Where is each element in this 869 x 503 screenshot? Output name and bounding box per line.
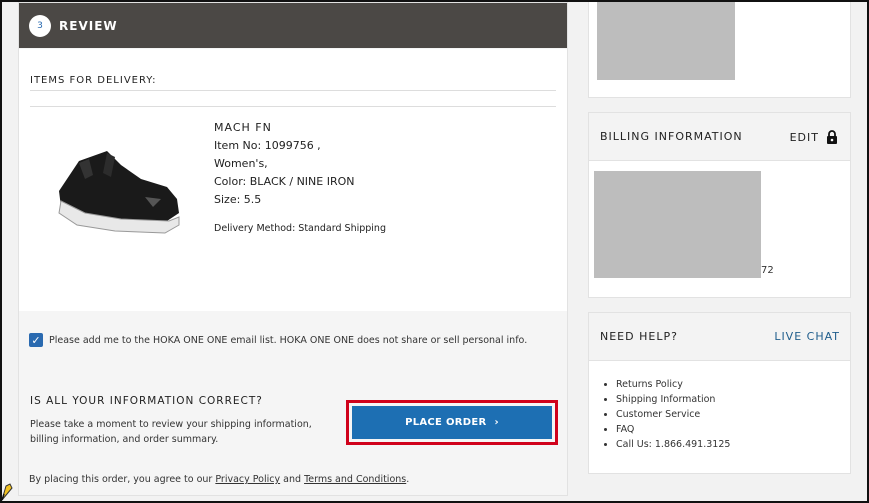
product-color: Color: BLACK / NINE IRON <box>214 175 355 188</box>
help-title: NEED HELP? <box>600 330 678 343</box>
redacted-block <box>594 171 761 278</box>
billing-header: BILLING INFORMATION EDIT <box>589 113 850 161</box>
delivery-method: Delivery Method: Standard Shipping <box>214 223 386 234</box>
confirm-description: Please take a moment to review your ship… <box>30 419 312 445</box>
review-title: REVIEW <box>59 18 118 33</box>
help-call-us[interactable]: Call Us: 1.866.491.3125 <box>616 437 730 452</box>
help-link-faq[interactable]: FAQ <box>616 422 730 437</box>
shipping-info-card <box>588 0 851 98</box>
confirm-question: IS ALL YOUR INFORMATION CORRECT? <box>30 395 263 407</box>
billing-info-card: BILLING INFORMATION EDIT 72 <box>588 112 851 298</box>
email-optin-label: Please add me to the HOKA ONE ONE email … <box>49 334 528 346</box>
divider <box>30 90 556 91</box>
place-order-highlight: PLACE ORDER › <box>346 400 558 445</box>
place-order-label: PLACE ORDER <box>405 417 487 428</box>
help-link-shipping[interactable]: Shipping Information <box>616 392 730 407</box>
product-item-no: Item No: 1099756 , <box>214 139 321 152</box>
step-number-badge: 3 <box>29 14 51 37</box>
order-agreement-text: By placing this order, you agree to our … <box>29 474 409 485</box>
help-links-list: Returns Policy Shipping Information Cust… <box>616 377 730 452</box>
place-order-button[interactable]: PLACE ORDER › <box>352 406 552 439</box>
agreement-and: and <box>283 474 302 485</box>
review-header: 3 REVIEW <box>19 3 567 48</box>
shoe-product-image <box>58 151 180 234</box>
card-last-digits: 72 <box>761 265 774 276</box>
divider <box>30 106 556 107</box>
review-section: 3 REVIEW ITEMS FOR DELIVERY: MACH FN Ite… <box>18 2 568 496</box>
agreement-prefix: By placing this order, you agree to our <box>29 474 213 485</box>
help-header: NEED HELP? LIVE CHAT <box>589 313 850 361</box>
help-link-returns[interactable]: Returns Policy <box>616 377 730 392</box>
need-help-card: NEED HELP? LIVE CHAT Returns Policy Ship… <box>588 312 851 474</box>
chevron-right-icon: › <box>494 417 499 428</box>
terms-link[interactable]: Terms and Conditions <box>304 474 406 485</box>
redacted-block <box>597 0 735 80</box>
help-link-customer-service[interactable]: Customer Service <box>616 407 730 422</box>
product-size: Size: 5.5 <box>214 193 262 206</box>
items-panel: ITEMS FOR DELIVERY: MACH FN Item No: 109… <box>19 49 567 311</box>
email-optin-checkbox[interactable]: ✓ <box>29 333 43 347</box>
pen-cursor-icon <box>1 483 13 501</box>
billing-title: BILLING INFORMATION <box>600 130 743 143</box>
product-name: MACH FN <box>214 121 272 134</box>
live-chat-link[interactable]: LIVE CHAT <box>774 330 840 343</box>
lock-icon <box>827 130 837 144</box>
billing-edit-button[interactable]: EDIT <box>790 130 838 144</box>
agreement-suffix: . <box>406 474 410 485</box>
items-for-delivery-label: ITEMS FOR DELIVERY: <box>30 75 157 86</box>
billing-edit-label: EDIT <box>789 130 819 144</box>
email-optin-row: ✓ Please add me to the HOKA ONE ONE emai… <box>29 333 527 347</box>
privacy-policy-link[interactable]: Privacy Policy <box>215 474 280 485</box>
product-gender: Women's, <box>214 157 268 170</box>
